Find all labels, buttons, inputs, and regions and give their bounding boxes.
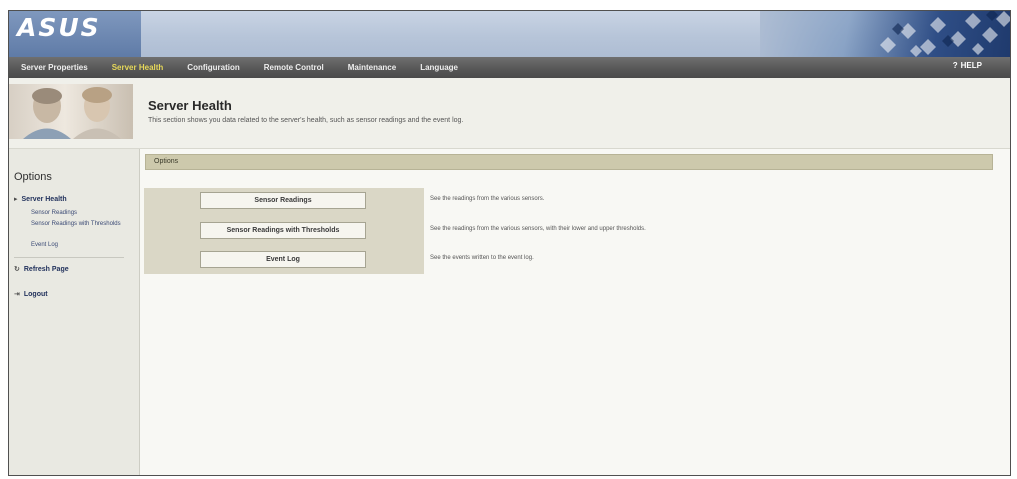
- sidebar-divider: [14, 257, 124, 258]
- refresh-icon: ↻: [14, 266, 20, 273]
- sidebar-section-label: Server Health: [21, 196, 67, 203]
- sidebar-item-event-log[interactable]: Event Log: [31, 241, 131, 249]
- logo: ASUS: [9, 11, 141, 57]
- page-title: Server Health: [148, 98, 232, 113]
- nav-tab-maintenance[interactable]: Maintenance: [336, 63, 408, 72]
- bullet-icon: ▸: [14, 196, 18, 203]
- main-nav: Server Properties Server Health Configur…: [9, 57, 1010, 78]
- sidebar-logout[interactable]: ⇥ Logout: [14, 290, 48, 298]
- sidebar-item-sensor-readings-thresholds[interactable]: Sensor Readings with Thresholds: [31, 220, 131, 228]
- sidebar-section-server-health[interactable]: ▸ Server Health: [14, 195, 67, 203]
- logout-icon: ⇥: [14, 291, 20, 298]
- options-button-panel: Sensor Readings Sensor Readings with Thr…: [144, 188, 424, 274]
- nav-tab-configuration[interactable]: Configuration: [175, 63, 251, 72]
- sidebar-refresh-page[interactable]: ↻ Refresh Page: [14, 265, 69, 273]
- logo-text: ASUS: [17, 13, 101, 42]
- nav-tab-server-properties[interactable]: Server Properties: [9, 63, 100, 72]
- header-photo: [9, 84, 133, 139]
- sensor-readings-description: See the readings from the various sensor…: [430, 196, 545, 202]
- sidebar-item-sensor-readings[interactable]: Sensor Readings: [31, 209, 131, 217]
- event-log-button[interactable]: Event Log: [200, 251, 366, 268]
- sidebar-heading: Options: [14, 171, 52, 183]
- options-bar: Options: [145, 154, 993, 170]
- options-bar-label: Options: [154, 158, 179, 165]
- page-description: This section shows you data related to t…: [148, 117, 464, 124]
- nav-tab-language[interactable]: Language: [408, 63, 470, 72]
- sensor-readings-thresholds-description: See the readings from the various sensor…: [430, 226, 646, 232]
- browser-frame: ASUS Server Properties Server Health Con…: [8, 10, 1011, 476]
- header-banner: ASUS: [9, 11, 1010, 57]
- refresh-label: Refresh Page: [23, 266, 69, 273]
- logout-label: Logout: [23, 291, 48, 298]
- help-button[interactable]: ? HELP: [953, 61, 982, 70]
- sidebar: Options ▸ Server Health Sensor Readings S…: [9, 149, 140, 475]
- help-label: HELP: [960, 61, 982, 70]
- nav-tab-remote-control[interactable]: Remote Control: [252, 63, 336, 72]
- banner-artwork: [760, 11, 1010, 57]
- question-icon: ?: [952, 61, 958, 70]
- sensor-readings-thresholds-button[interactable]: Sensor Readings with Thresholds: [200, 222, 366, 239]
- sensor-readings-button[interactable]: Sensor Readings: [200, 192, 366, 209]
- nav-tab-server-health[interactable]: Server Health: [100, 63, 176, 72]
- event-log-description: See the events written to the event log.: [430, 255, 534, 261]
- main-content: Options Sensor Readings Sensor Readings …: [140, 149, 1010, 475]
- title-area: Server Health This section shows you dat…: [9, 78, 1010, 149]
